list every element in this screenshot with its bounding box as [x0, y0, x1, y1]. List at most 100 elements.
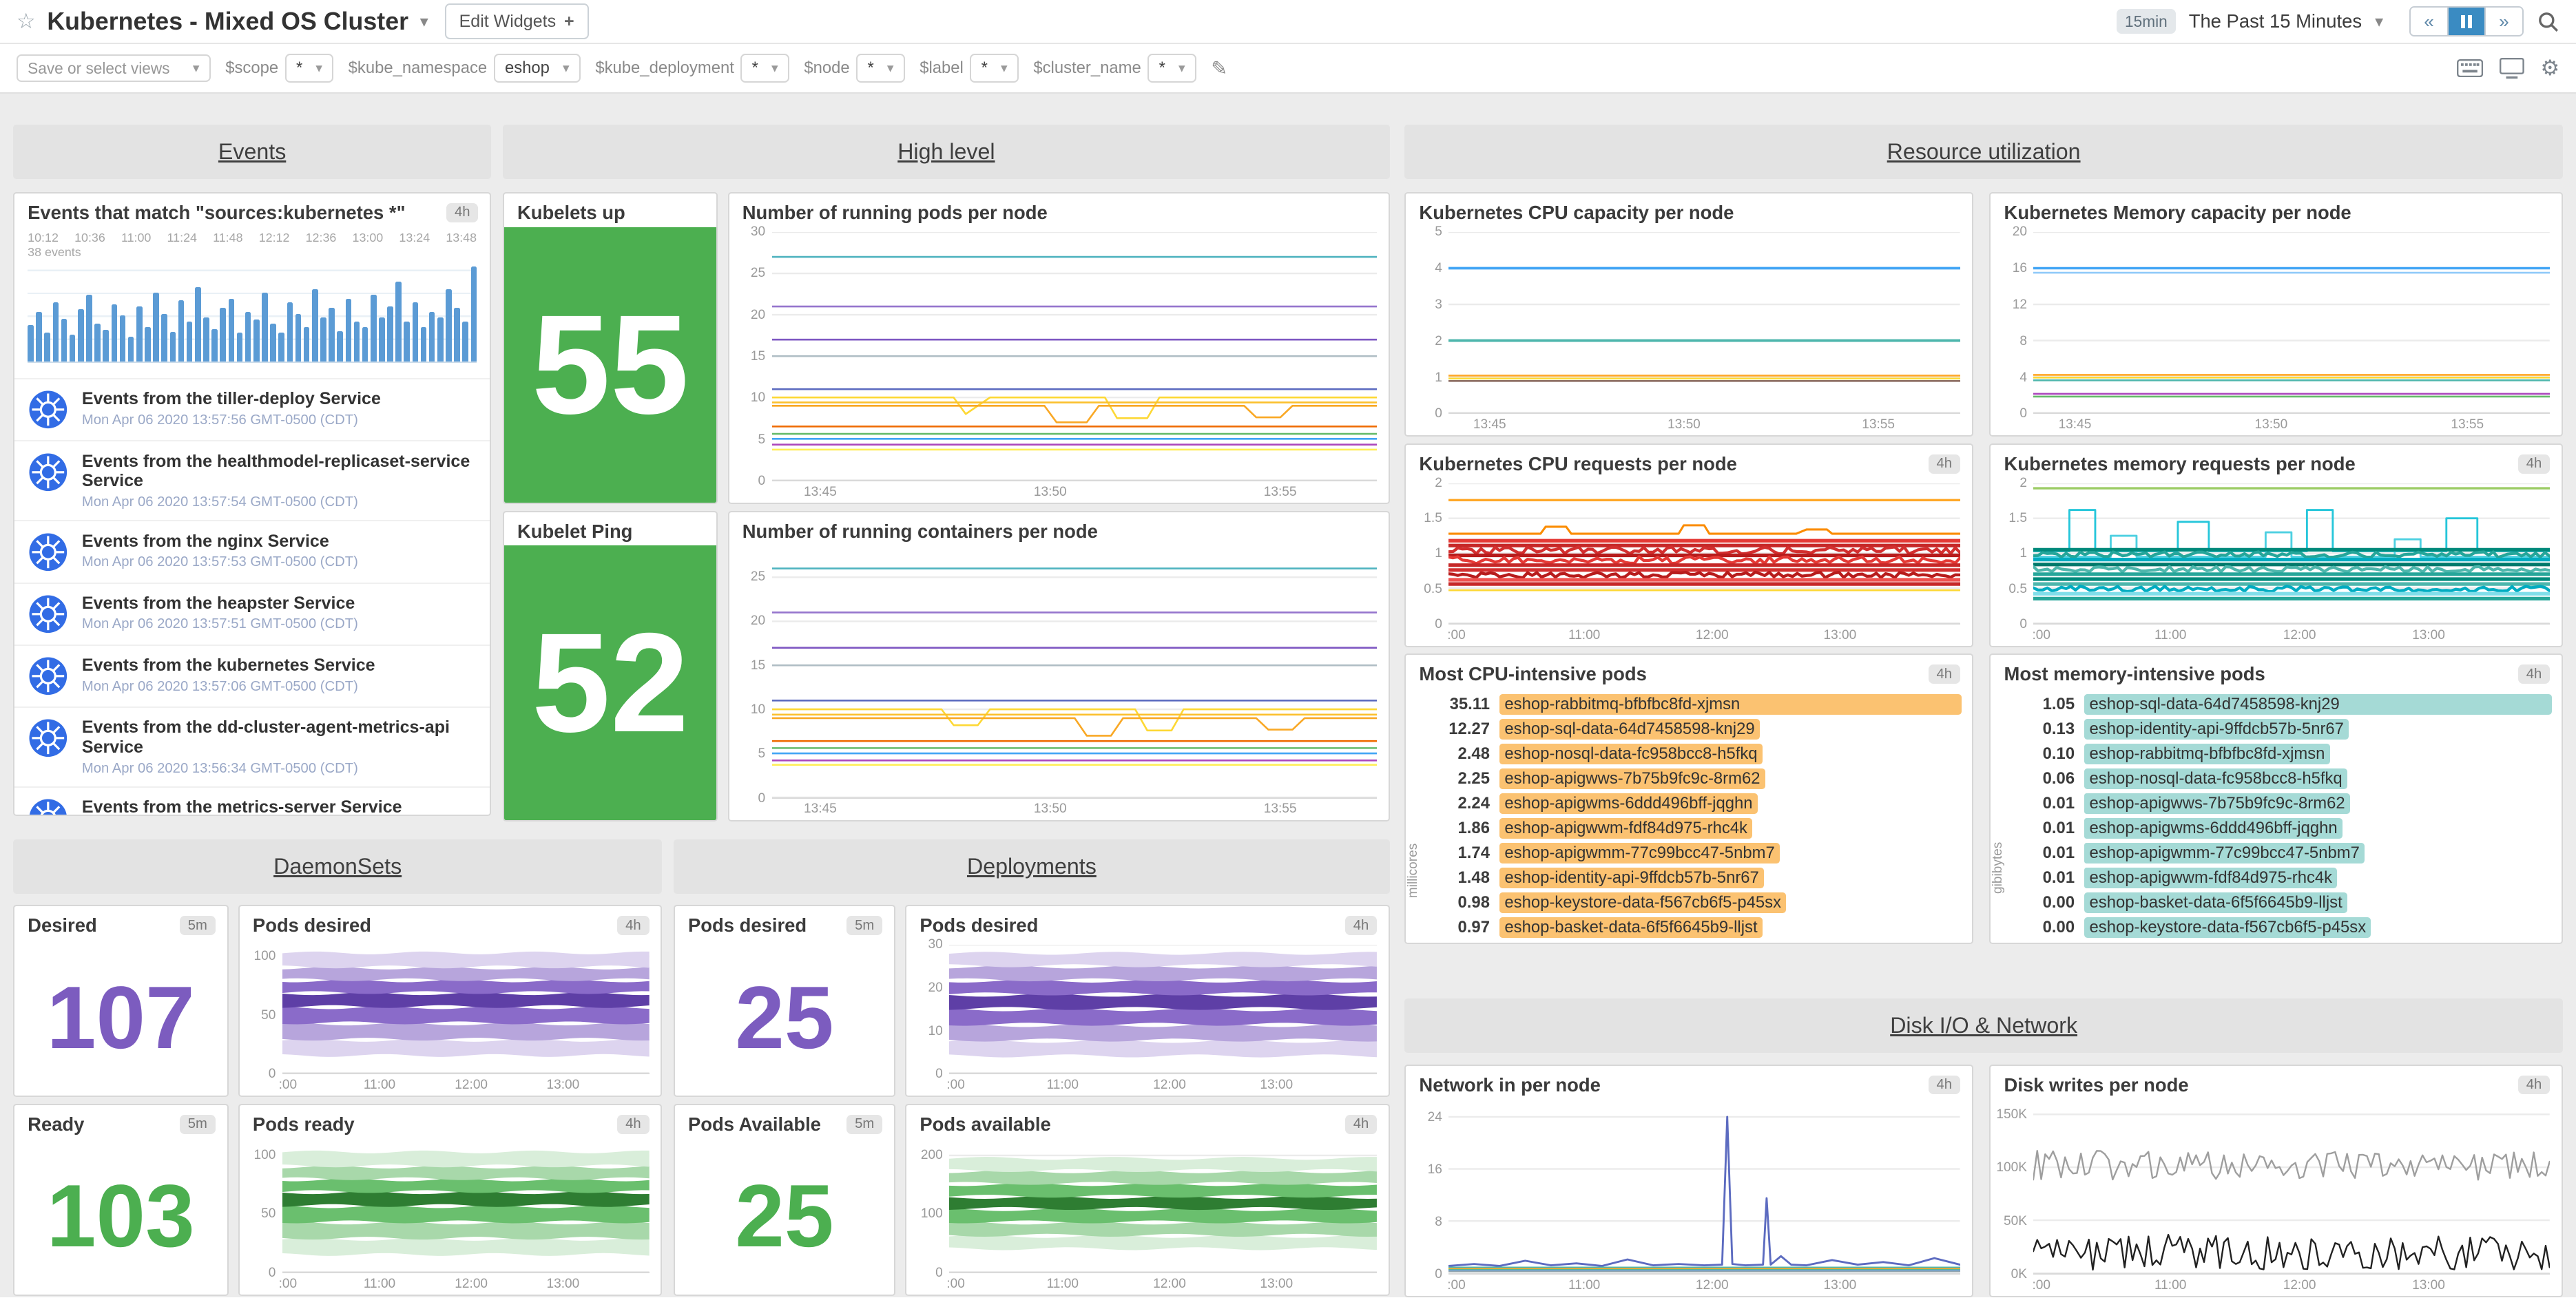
favorite-star-icon[interactable]: ☆	[17, 9, 36, 34]
toplist-value: 2.48	[1427, 744, 1490, 764]
timeseries-chart[interactable]: 081624 :0011:0012:0013:00	[1406, 1099, 1971, 1296]
toplist-row[interactable]: 0.01 eshop-apigwws-7b75b9fc9c-8rm62	[2012, 791, 2551, 815]
widget-kubelets-up[interactable]: Kubelets up 55	[503, 192, 718, 504]
toplist-row[interactable]: 1.86 eshop-apigwwm-fdf84d975-rhc4k	[1427, 816, 1962, 840]
timeseries-chart[interactable]: 050100 :0011:0012:0013:00	[240, 1139, 661, 1295]
rewind-button[interactable]: «	[2411, 8, 2448, 36]
timeseries-chart[interactable]: 00.511.52 :0011:0012:0013:00	[1991, 479, 2561, 646]
timeseries-chart[interactable]: 048121620 13:4513:5013:55	[1991, 227, 2561, 436]
chevron-down-icon: ▾	[771, 61, 778, 76]
forward-button[interactable]: »	[2486, 8, 2522, 36]
timeseries-chart[interactable]: 050100 :0011:0012:0013:00	[240, 940, 661, 1096]
widget-daemonsets-pods-desired-chart[interactable]: Pods desired4h 050100 :0011:0012:0013:00	[238, 905, 662, 1097]
event-item[interactable]: Events from the tiller-deploy Service Mo…	[14, 378, 490, 440]
toplist-bar: eshop-basket-data-6f5f6645b9-lljst	[2084, 892, 2551, 913]
time-range-chevron-down-icon[interactable]: ▾	[2375, 12, 2383, 32]
widget-running-containers-per-node[interactable]: Number of running containers per node 05…	[728, 511, 1390, 821]
widget-running-pods-per-node[interactable]: Number of running pods per node 05101520…	[728, 192, 1390, 504]
widget-cpu-capacity[interactable]: Kubernetes CPU capacity per node 012345 …	[1404, 192, 1973, 437]
toplist-row[interactable]: 0.01 eshop-apigwms-6ddd496bff-jqghn	[2012, 816, 2551, 840]
toplist-bar: eshop-apigwws-7b75b9fc9c-8rm62	[2084, 793, 2551, 814]
widget-memory-requests[interactable]: Kubernetes memory requests per node4h 00…	[1989, 443, 2562, 647]
widget-events-stream[interactable]: Events that match "sources:kubernetes *"…	[13, 192, 491, 816]
toplist-row[interactable]: 0.00 eshop-basket-data-6f5f6645b9-lljst	[2012, 890, 2551, 914]
event-item[interactable]: Events from the healthmodel-replicaset-s…	[14, 440, 490, 520]
widget-daemonsets-ready[interactable]: Ready5m 103	[13, 1104, 228, 1296]
toplist-row[interactable]: 1.74 eshop-apigwmm-77c99bcc47-5nbm7	[1427, 841, 1962, 865]
toplist-row[interactable]: 0.10 eshop-rabbitmq-bfbfbc8fd-xjmsn	[2012, 742, 2551, 766]
widget-daemonsets-pods-ready-chart[interactable]: Pods ready4h 050100 :0011:0012:0013:00	[238, 1104, 662, 1296]
edit-widgets-button[interactable]: Edit Widgets+	[445, 3, 589, 39]
widget-most-cpu-intensive-pods[interactable]: Most CPU-intensive pods4h millicores 35.…	[1404, 653, 1973, 944]
timeseries-chart[interactable]: 051015202530 13:4513:5013:55	[729, 227, 1389, 503]
template-variable-bar: Save or select views▾ $scope *▾ $kube_na…	[0, 44, 2576, 94]
event-timeline[interactable]: 10:1210:3611:0011:2411:4812:1212:3613:00…	[14, 227, 490, 378]
template-var-kube_deployment[interactable]: $kube_deployment *▾	[595, 54, 789, 83]
toplist-value: 2.24	[1427, 794, 1490, 813]
widget-cpu-requests[interactable]: Kubernetes CPU requests per node4h 00.51…	[1404, 443, 1973, 647]
toplist-row[interactable]: 0.01 eshop-apigwmm-77c99bcc47-5nbm7	[2012, 841, 2551, 865]
event-item[interactable]: Events from the dd-cluster-agent-metrics…	[14, 706, 490, 786]
toplist-row[interactable]: 0.01 eshop-apigwwm-fdf84d975-rhc4k	[2012, 866, 2551, 890]
toplist-row[interactable]: 2.25 eshop-apigwws-7b75b9fc9c-8rm62	[1427, 766, 1962, 791]
group-header-deployments[interactable]: Deployments	[674, 839, 1390, 894]
event-item[interactable]: Events from the heapster Service Mon Apr…	[14, 583, 490, 645]
widget-deployments-pods-desired-chart[interactable]: Pods desired4h 0102030 :0011:0012:0013:0…	[905, 905, 1390, 1097]
widget-most-memory-intensive-pods[interactable]: Most memory-intensive pods4h gibibytes 1…	[1989, 653, 2562, 944]
event-item[interactable]: Events from the kubernetes Service Mon A…	[14, 645, 490, 706]
timeseries-chart[interactable]: 0510152025 13:4513:5013:55	[729, 545, 1389, 819]
widget-deployments-pods-desired[interactable]: Pods desired5m 25	[674, 905, 895, 1097]
event-count-label: 38 events	[28, 245, 81, 260]
saved-views-dropdown[interactable]: Save or select views▾	[17, 54, 211, 83]
toplist-row[interactable]: 1.05 eshop-sql-data-64d7458598-knj29	[2012, 692, 2551, 716]
x-axis-labels: :0011:0012:0013:00	[282, 1074, 650, 1092]
pause-button[interactable]	[2449, 8, 2486, 36]
search-icon[interactable]	[2537, 10, 2559, 33]
edit-pencil-icon[interactable]: ✎	[1211, 56, 1227, 81]
toplist-row[interactable]: 0.13 eshop-identity-api-9ffdcb57b-5nr67	[2012, 717, 2551, 741]
toplist-row[interactable]: 0.98 eshop-keystore-data-f567cb6f5-p45sx	[1427, 890, 1962, 914]
event-item[interactable]: Events from the metrics-server Service M…	[14, 786, 490, 815]
template-var-label[interactable]: $label *▾	[920, 54, 1019, 83]
timeseries-chart[interactable]: 0K50K100K150K :0011:0012:0013:00	[1991, 1099, 2561, 1296]
widget-daemonsets-desired[interactable]: Desired5m 107	[13, 905, 228, 1097]
time-range-badge[interactable]: 15min	[2117, 9, 2176, 34]
widget-disk-writes-per-node[interactable]: Disk writes per node4h 0K50K100K150K :00…	[1989, 1065, 2562, 1298]
time-range-label[interactable]: The Past 15 Minutes	[2189, 10, 2362, 32]
group-header-daemonsets[interactable]: DaemonSets	[13, 839, 662, 894]
toplist-row[interactable]: 0.00 eshop-keystore-data-f567cb6f5-p45sx	[2012, 915, 2551, 939]
template-var-node[interactable]: $node *▾	[804, 54, 904, 83]
toplist-row[interactable]: 2.48 eshop-nosql-data-fc958bcc8-h5fkq	[1427, 742, 1962, 766]
toplist-value: 0.01	[2012, 794, 2075, 813]
timeseries-chart[interactable]: 0100200 :0011:0012:0013:00	[906, 1139, 1389, 1295]
group-header-events[interactable]: Events	[13, 125, 491, 179]
tv-mode-icon[interactable]	[2500, 58, 2524, 79]
widget-memory-capacity[interactable]: Kubernetes Memory capacity per node 0481…	[1989, 192, 2562, 437]
keyboard-shortcuts-icon[interactable]	[2457, 59, 2483, 77]
widget-deployments-pods-available-chart[interactable]: Pods available4h 0100200 :0011:0012:0013…	[905, 1104, 1390, 1296]
template-var-cluster_name[interactable]: $cluster_name *▾	[1033, 54, 1196, 83]
toplist-row[interactable]: 0.06 eshop-nosql-data-fc958bcc8-h5fkq	[2012, 766, 2551, 791]
group-header-resource-utilization[interactable]: Resource utilization	[1404, 125, 2563, 179]
widget-deployments-pods-available[interactable]: Pods Available5m 25	[674, 1104, 895, 1296]
toplist-row[interactable]: 0.97 eshop-basket-data-6f5f6645b9-lljst	[1427, 915, 1962, 939]
timeseries-chart[interactable]: 00.511.52 :0011:0012:0013:00	[1406, 479, 1971, 646]
timeseries-chart[interactable]: 012345 13:4513:5013:55	[1406, 227, 1971, 436]
toplist-row[interactable]: 12.27 eshop-sql-data-64d7458598-knj29	[1427, 717, 1962, 741]
widget-network-in-per-node[interactable]: Network in per node4h 081624 :0011:0012:…	[1404, 1065, 1973, 1298]
template-var-kube_namespace[interactable]: $kube_namespace eshop▾	[349, 54, 581, 83]
widget-kubelet-ping[interactable]: Kubelet Ping 52	[503, 511, 718, 821]
settings-gear-icon[interactable]: ⚙	[2540, 56, 2559, 81]
toplist-row[interactable]: 2.24 eshop-apigwms-6ddd496bff-jqghn	[1427, 791, 1962, 815]
group-header-high-level[interactable]: High level	[503, 125, 1390, 179]
toplist-row[interactable]: 1.48 eshop-identity-api-9ffdcb57b-5nr67	[1427, 866, 1962, 890]
template-variables: $scope *▾ $kube_namespace eshop▾ $kube_d…	[225, 54, 1196, 83]
timeseries-chart[interactable]: 0102030 :0011:0012:0013:00	[906, 940, 1389, 1096]
toplist-row[interactable]: 35.11 eshop-rabbitmq-bfbfbc8fd-xjmsn	[1427, 692, 1962, 716]
event-item[interactable]: Events from the nginx Service Mon Apr 06…	[14, 520, 490, 582]
dashboard-title-chevron-down-icon[interactable]: ▾	[420, 12, 428, 32]
template-var-scope[interactable]: $scope *▾	[225, 54, 333, 83]
chevron-down-icon: ▾	[1178, 61, 1185, 76]
group-header-disk-network[interactable]: Disk I/O & Network	[1404, 998, 2563, 1053]
x-axis-labels: 13:4513:5013:55	[1448, 414, 1960, 432]
